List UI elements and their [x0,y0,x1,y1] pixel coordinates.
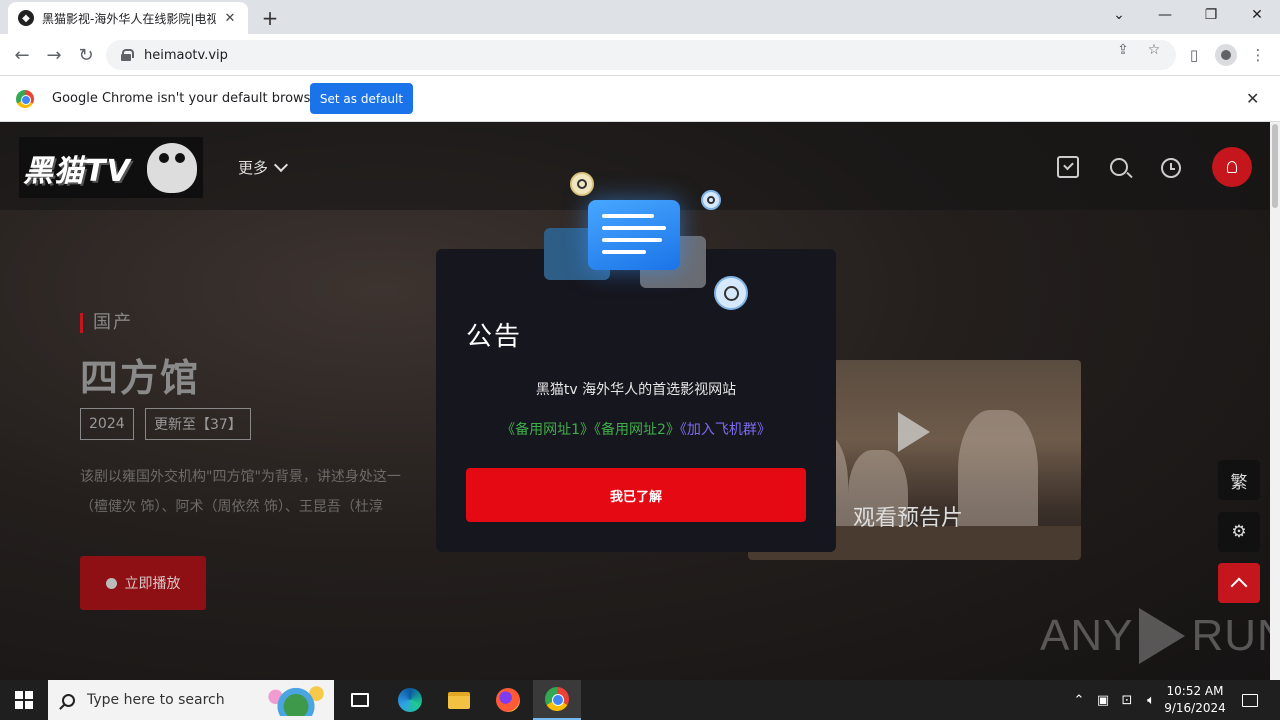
windows-logo-icon [15,691,33,709]
back-arrow-icon[interactable]: ← [9,42,35,68]
search-icon [62,693,75,707]
profile-avatar[interactable] [1213,42,1239,68]
backup-url-1-link[interactable]: 《备用网址1》 [501,422,594,438]
restore-button[interactable]: ❐ [1188,0,1234,30]
browser-tab[interactable]: ◆ 黑猫影视-海外华人在线影院|电视 ✕ [8,2,248,34]
hero-category-tag: 国产 [80,313,133,333]
nav-more-label: 更多 [238,159,269,177]
calendar-check-icon[interactable] [1057,156,1079,178]
search-highlight-image [262,684,330,716]
set-as-default-button[interactable]: Set as default [310,83,413,114]
tab-title: 黑猫影视-海外华人在线影院|电视 [42,11,216,26]
share-icon[interactable]: ⇪ [1114,41,1132,59]
edge-taskbar-button[interactable] [386,680,434,720]
folder-icon [448,691,470,709]
reload-icon[interactable]: ↻ [73,42,99,68]
chevron-down-icon [273,157,289,172]
task-view-button[interactable] [336,680,384,720]
play-now-button[interactable]: 立即播放 [80,556,206,610]
close-window-button[interactable]: ✕ [1234,0,1280,30]
task-view-icon [351,693,369,707]
join-telegram-link[interactable]: 《加入飞机群》 [680,422,771,438]
page-scrollbar[interactable] [1270,122,1280,680]
search-icon[interactable] [1110,158,1128,176]
infobar-close-icon[interactable]: ✕ [1246,89,1259,108]
cat-mascot-icon [147,143,197,193]
tab-strip: ◆ 黑猫影视-海外华人在线影院|电视 ✕ + ⌄ — ❐ ✕ [0,0,1280,34]
modal-title: 公告 [466,322,523,352]
modal-links: 《备用网址1》《备用网址2》《加入飞机群》 [436,419,836,439]
hero-year-badge: 2024 [80,408,134,440]
backup-url-2-link[interactable]: 《备用网址2》 [594,422,680,438]
watermark-text-right: RUN [1191,611,1270,660]
edge-icon [398,688,422,712]
traditional-chinese-button[interactable]: 繁 [1218,460,1260,500]
notification-icon [1242,693,1258,707]
modal-subtitle: 黑猫tv 海外华人的首选影视网站 [535,382,737,398]
chrome-logo-icon [16,90,34,108]
taskbar-search-box[interactable]: Type here to search [48,680,334,720]
browser-toolbar: ← → ↻ heimaotv.vip ⇪ ☆ ▯ ⋮ [0,34,1280,76]
bookmark-star-icon[interactable]: ☆ [1145,41,1163,59]
tray-chevron-up-icon[interactable]: ⌃ [1068,680,1090,720]
site-logo[interactable]: 黑猫TV [19,137,203,198]
windows-taskbar: Type here to search ⌃ ▣ ⊡ 🔈︎ 10:52 AM 9/… [0,680,1280,720]
address-bar[interactable]: heimaotv.vip [106,40,1176,70]
site-favicon-icon: ◆ [18,10,34,26]
chrome-icon [545,687,569,711]
tab-close-icon[interactable]: ✕ [222,10,238,26]
forward-arrow-icon[interactable]: → [41,42,67,68]
message-bubble-icon [588,200,680,270]
watermark-text-left: ANY [1040,611,1134,660]
chrome-menu-icon[interactable]: ⋮ [1245,42,1271,68]
history-clock-icon[interactable] [1161,158,1181,178]
settings-gear-icon[interactable]: ⚙ [1218,512,1260,552]
anyrun-watermark: ANY RUN [1040,608,1270,664]
play-now-label: 立即播放 [124,576,181,592]
acknowledge-button[interactable]: 我已了解 [466,468,806,522]
chrome-taskbar-button[interactable] [533,680,581,720]
tab-search-icon[interactable]: ⌄ [1096,0,1142,30]
play-triangle-icon[interactable] [898,412,930,452]
user-account-button[interactable] [1212,147,1252,187]
lock-icon[interactable] [120,49,134,61]
firefox-taskbar-button[interactable] [484,680,532,720]
logo-text: 黑猫TV [23,153,131,189]
user-icon [1227,161,1237,173]
chevron-up-icon [1230,577,1248,595]
new-tab-button[interactable]: + [258,6,282,30]
side-panel-icon[interactable]: ▯ [1181,42,1207,68]
start-button[interactable] [0,680,48,720]
taskbar-clock[interactable]: 10:52 AM 9/16/2024 [1160,683,1230,717]
nav-more-menu[interactable]: 更多 [238,157,289,178]
clock-time: 10:52 AM [1166,684,1224,698]
tray-device-icon[interactable]: ▣ [1092,680,1114,720]
hero-title: 四方馆 [80,356,201,400]
profile-icon [1215,44,1237,66]
orb-icon [570,172,594,196]
hero-description-line: 该剧以雍国外交机构"四方馆"为背景，讲述身处这一 [80,469,401,485]
infobar-message: Google Chrome isn't your default browser [52,91,324,106]
hero-episodes-badge: 更新至【37】 [145,408,251,440]
minimize-button[interactable]: — [1142,0,1188,30]
firefox-icon [496,688,520,712]
volume-icon[interactable]: 🔈︎ [1140,680,1162,720]
taskbar-search-placeholder: Type here to search [87,692,225,708]
trailer-label: 观看预告片 [853,506,964,531]
orb-icon [714,276,748,310]
play-icon [105,577,117,589]
hero-description-line: （檀健次 饰）、阿术（周依然 饰）、王昆吾（杜淳 [80,499,383,515]
back-to-top-button[interactable] [1218,563,1260,603]
watermark-play-icon [1139,608,1186,664]
hero-description: 该剧以雍国外交机构"四方馆"为背景，讲述身处这一 （檀健次 饰）、阿术（周依然 … [80,462,440,522]
network-icon[interactable]: ⊡ [1116,680,1138,720]
default-browser-infobar: Google Chrome isn't your default browser… [0,76,1280,122]
clock-date: 9/16/2024 [1164,701,1226,715]
url-text[interactable]: heimaotv.vip [144,48,228,63]
file-explorer-taskbar-button[interactable] [435,680,483,720]
orb-icon [701,190,721,210]
chat-bubbles-illustration [536,170,766,320]
notification-center-button[interactable] [1232,680,1268,720]
scrollbar-thumb[interactable] [1272,124,1278,208]
